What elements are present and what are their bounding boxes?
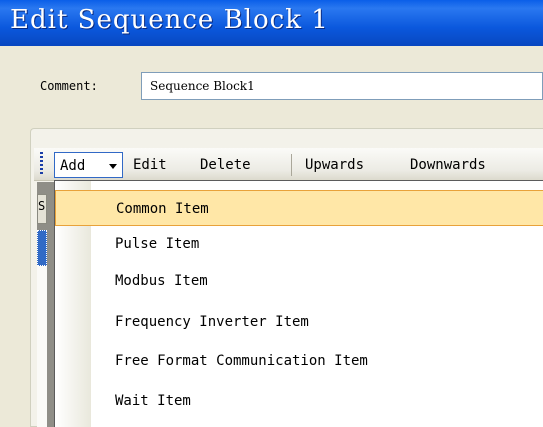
menu-item-label: Common Item (116, 201, 209, 217)
edit-button[interactable]: Edit (133, 152, 167, 178)
downwards-button[interactable]: Downwards (410, 152, 486, 178)
toolbar-separator (291, 154, 292, 176)
grid-selected-row[interactable] (37, 230, 47, 266)
comment-label: Comment: (40, 79, 98, 93)
comment-input[interactable]: Sequence Block1 (141, 72, 543, 100)
menu-item-label: Modbus Item (115, 273, 208, 289)
menu-item-common-item[interactable]: Common Item (55, 190, 543, 226)
grid-row-area (37, 266, 47, 427)
menu-item-frequency-inverter-item[interactable]: Frequency Inverter Item (55, 304, 543, 340)
menu-item-wait-item[interactable]: Wait Item (55, 383, 543, 419)
menu-item-label: Wait Item (115, 393, 191, 409)
delete-button[interactable]: Delete (200, 152, 251, 178)
menu-item-label: Frequency Inverter Item (115, 314, 309, 330)
add-button-label: Add (60, 158, 86, 174)
menu-item-label: Free Format Communication Item (115, 353, 368, 369)
window-title: Edit Sequence Block 1 (10, 5, 329, 35)
upwards-button[interactable]: Upwards (305, 152, 364, 178)
grid-header-label: S (38, 199, 46, 213)
chevron-down-icon (109, 164, 117, 169)
menu-item-modbus-item[interactable]: Modbus Item (55, 263, 543, 299)
toolbar-grip-handle[interactable] (40, 152, 43, 176)
menu-item-pulse-item[interactable]: Pulse Item (55, 226, 543, 262)
menu-item-free-format-communication-item[interactable]: Free Format Communication Item (55, 343, 543, 379)
menu-item-label: Pulse Item (115, 236, 200, 252)
